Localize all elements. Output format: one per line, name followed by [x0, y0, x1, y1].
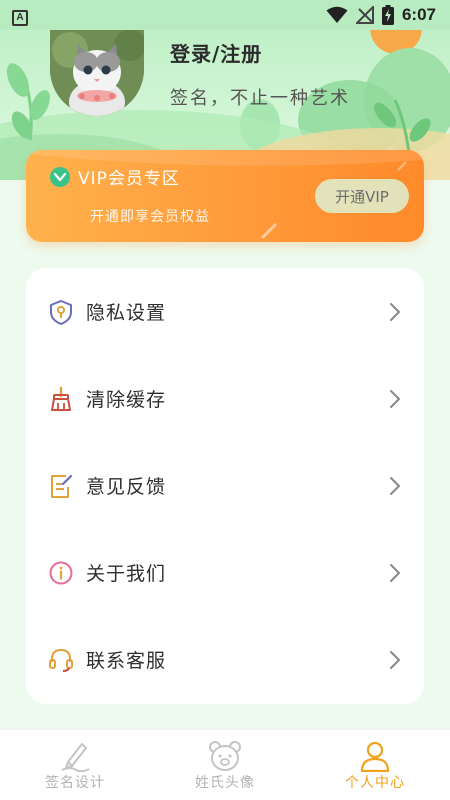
tab-label: 签名设计	[45, 775, 105, 791]
menu-item-about-us[interactable]: 关于我们	[26, 529, 424, 616]
menu-label: 联系客服	[86, 650, 167, 672]
status-right: 6:07	[326, 5, 436, 25]
menu-label: 意见反馈	[86, 476, 167, 498]
no-signal-icon	[355, 6, 374, 24]
chevron-right-icon	[390, 389, 400, 408]
profile-signature: 签名，不止一种艺术	[170, 88, 350, 109]
person-icon	[360, 741, 390, 772]
headset-icon	[49, 648, 73, 672]
pen-signature-icon	[61, 743, 90, 772]
menu-label: 关于我们	[86, 563, 167, 585]
chevron-right-icon	[390, 563, 400, 582]
menu-item-feedback[interactable]: 意见反馈	[26, 442, 424, 529]
login-register-link[interactable]: 登录/注册	[170, 38, 262, 67]
menu-item-contact-service[interactable]: 联系客服	[26, 616, 424, 703]
menu-item-privacy-settings[interactable]: 隐私设置	[26, 268, 424, 355]
chevron-right-icon	[390, 476, 400, 495]
vip-subtitle: 开通即享会员权益	[90, 209, 210, 225]
chevron-right-icon	[390, 302, 400, 321]
menu-label: 隐私设置	[86, 302, 167, 324]
wifi-icon	[326, 6, 348, 23]
tab-label: 个人中心	[345, 775, 405, 791]
menu-item-clear-cache[interactable]: 清除缓存	[26, 355, 424, 442]
app-notification-icon: A	[12, 9, 28, 26]
broom-icon	[51, 386, 71, 411]
vip-title: VIP会员专区	[78, 169, 180, 189]
status-left: A	[12, 5, 28, 26]
status-bar: A 6:07	[0, 0, 450, 30]
menu-label: 清除缓存	[86, 389, 167, 411]
tab-signature-design[interactable]: 签名设计	[0, 730, 150, 800]
status-time: 6:07	[401, 5, 436, 24]
vip-card[interactable]: VIP会员专区 开通即享会员权益 开通VIP	[26, 150, 424, 242]
chevron-right-icon	[390, 650, 400, 669]
tab-surname-avatar[interactable]: 姓氏头像	[150, 730, 300, 800]
shield-lock-icon	[50, 299, 72, 325]
vip-title-row: VIP会员专区	[50, 164, 180, 189]
tab-personal-center[interactable]: 个人中心	[300, 730, 450, 800]
bear-face-icon	[209, 741, 241, 771]
vip-diamond-icon	[50, 166, 70, 187]
battery-charging-icon	[381, 5, 394, 25]
open-vip-button[interactable]: 开通VIP	[315, 179, 409, 213]
feedback-edit-icon	[51, 474, 73, 498]
bottom-nav: 签名设计 姓氏头像 个人中心	[0, 729, 450, 800]
tab-label: 姓氏头像	[195, 775, 255, 791]
info-circle-icon	[49, 561, 73, 584]
settings-menu: 隐私设置 清除缓存 意见反馈 关于我们 联系客服	[26, 268, 424, 704]
